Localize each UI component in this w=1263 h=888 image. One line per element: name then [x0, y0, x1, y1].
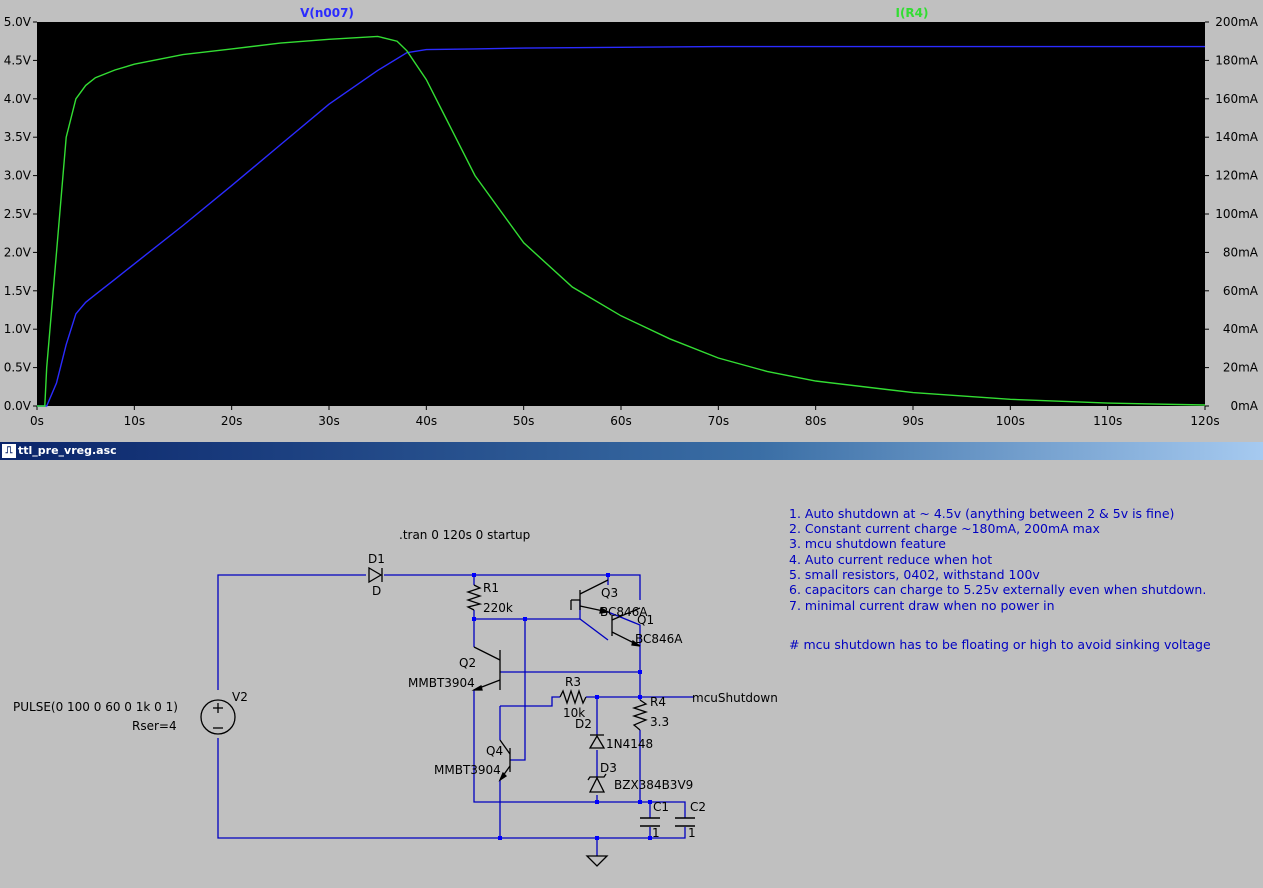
- r3-ref: R3: [565, 675, 581, 689]
- q2-ref: Q2: [459, 656, 476, 670]
- v2-rser: Rser=4: [132, 719, 177, 733]
- q1-value: BC846A: [635, 632, 683, 646]
- c2-value: 1: [688, 826, 696, 840]
- x-tick-label: 30s: [318, 414, 340, 428]
- left-tick-label: 4.0V: [4, 92, 32, 106]
- waveform-plot[interactable]: 5.0V 4.5V 4.0V 3.5V 3.0V 2.5V 2.0V 1.5V 1.0V 0.5V…: [0, 0, 1263, 436]
- c1-ref: C1: [653, 800, 669, 814]
- c2-ref: C2: [690, 800, 706, 814]
- left-tick-label: 2.5V: [4, 207, 32, 221]
- r1-value: 220k: [483, 601, 513, 615]
- ltspice-window: 5.0V 4.5V 4.0V 3.5V 3.0V 2.5V 2.0V 1.5V 1.0V 0.5V…: [0, 0, 1263, 888]
- q3-ref: Q3: [601, 586, 618, 600]
- left-tick-label: 2.0V: [4, 245, 32, 259]
- right-tick-label: 60mA: [1223, 284, 1259, 298]
- trace-label-current[interactable]: I(R4): [895, 6, 928, 20]
- x-tick-label: 50s: [513, 414, 535, 428]
- x-axis: 0s 10s 20s 30s 40s 50s 60s 70s 80s 90s 100s 110s 120…: [30, 406, 1220, 428]
- resistor-r4-symbol[interactable]: [631, 699, 649, 731]
- right-tick-label: 100mA: [1215, 207, 1259, 221]
- right-tick-label: 20mA: [1223, 361, 1259, 375]
- note-line: 2. Constant current charge ~180mA, 200mA…: [789, 521, 1100, 536]
- r4-value: 3.3: [650, 715, 669, 729]
- schematic-title-bar[interactable]: ⎍ ttl_pre_vreg.asc: [0, 442, 1263, 460]
- d3-value: BZX384B3V9: [614, 778, 693, 792]
- x-tick-label: 100s: [996, 414, 1025, 428]
- plot-area[interactable]: [37, 22, 1205, 406]
- x-tick-label: 120s: [1190, 414, 1219, 428]
- right-axis: 200mA 180mA 160mA 140mA 120mA 100mA 80mA 60mA 40…: [1205, 15, 1259, 413]
- note-line: 7. minimal current draw when no power in: [789, 598, 1055, 613]
- left-tick-label: 3.5V: [4, 130, 32, 144]
- left-axis: 5.0V 4.5V 4.0V 3.5V 3.0V 2.5V 2.0V 1.5V 1.0V 0.5V…: [4, 15, 37, 413]
- left-tick-label: 0.5V: [4, 361, 32, 375]
- d1-value: D: [372, 584, 381, 598]
- right-tick-label: 0mA: [1230, 399, 1258, 413]
- right-tick-label: 200mA: [1215, 15, 1259, 29]
- trace-label-voltage[interactable]: V(n007): [300, 6, 354, 20]
- q4-ref: Q4: [486, 744, 503, 758]
- schematic-canvas[interactable]: D1 D R1 220k Q3 BC846A Q1 BC846A Q2 MMBT…: [0, 460, 1263, 888]
- r4-ref: R4: [650, 695, 666, 709]
- note-line: 4. Auto current reduce when hot: [789, 552, 992, 567]
- right-tick-label: 180mA: [1215, 53, 1259, 67]
- diode-d2-symbol[interactable]: [588, 734, 606, 749]
- d1-ref: D1: [368, 552, 385, 566]
- resistor-r3-symbol[interactable]: [559, 688, 587, 706]
- shutdown-comment: # mcu shutdown has to be floating or hig…: [789, 637, 1211, 652]
- zener-d3-symbol[interactable]: [587, 773, 607, 793]
- right-tick-label: 160mA: [1215, 92, 1259, 106]
- left-tick-label: 1.5V: [4, 284, 32, 298]
- q1-ref: Q1: [637, 613, 654, 627]
- left-tick-label: 3.0V: [4, 169, 32, 183]
- r1-ref: R1: [483, 581, 499, 595]
- voltage-source-v2-symbol[interactable]: [200, 699, 236, 735]
- right-tick-label: 80mA: [1223, 245, 1259, 259]
- left-tick-label: 4.5V: [4, 53, 32, 67]
- d2-ref: D2: [575, 717, 592, 731]
- v2-ref: V2: [232, 690, 248, 704]
- left-tick-label: 1.0V: [4, 322, 32, 336]
- c1-value: 1: [652, 826, 660, 840]
- note-line: 3. mcu shutdown feature: [789, 536, 946, 551]
- q4-value: MMBT3904: [434, 763, 501, 777]
- x-tick-label: 70s: [708, 414, 730, 428]
- net-label-mcushutdown[interactable]: mcuShutdown: [692, 691, 778, 705]
- notes-block[interactable]: 1. Auto shutdown at ~ 4.5v (anything bet…: [789, 506, 1211, 652]
- transistor-q2-symbol[interactable]: [471, 646, 501, 691]
- capacitor-c2-symbol[interactable]: [675, 817, 695, 827]
- note-line: 5. small resistors, 0402, withstand 100v: [789, 567, 1040, 582]
- right-tick-label: 40mA: [1223, 322, 1259, 336]
- schematic-drawing[interactable]: D1 D R1 220k Q3 BC846A Q1 BC846A Q2 MMBT…: [0, 460, 1263, 888]
- x-tick-label: 10s: [124, 414, 146, 428]
- d3-ref: D3: [600, 761, 617, 775]
- diode-d1-symbol[interactable]: [368, 566, 383, 584]
- schematic-title: ttl_pre_vreg.asc: [18, 444, 117, 457]
- waveform-pane[interactable]: 5.0V 4.5V 4.0V 3.5V 3.0V 2.5V 2.0V 1.5V 1.0V 0.5V…: [0, 0, 1263, 436]
- right-tick-label: 120mA: [1215, 169, 1259, 183]
- x-tick-label: 110s: [1093, 414, 1122, 428]
- x-tick-label: 90s: [902, 414, 924, 428]
- x-tick-label: 0s: [30, 414, 44, 428]
- spice-directive[interactable]: .tran 0 120s 0 startup: [399, 528, 530, 542]
- schematic-document-icon: ⎍: [2, 444, 16, 458]
- x-tick-label: 60s: [610, 414, 632, 428]
- ground-symbol[interactable]: [585, 855, 609, 867]
- d2-value: 1N4148: [606, 737, 653, 751]
- note-line: 6. capacitors can charge to 5.25v extern…: [789, 582, 1206, 597]
- resistor-r1-symbol[interactable]: [465, 584, 483, 611]
- left-tick-label: 5.0V: [4, 15, 32, 29]
- v2-pulse-spec: PULSE(0 100 0 60 0 1k 0 1): [13, 700, 178, 714]
- q2-value: MMBT3904: [408, 676, 475, 690]
- x-tick-label: 80s: [805, 414, 827, 428]
- capacitor-c1-symbol[interactable]: [640, 817, 660, 827]
- x-tick-label: 40s: [416, 414, 438, 428]
- right-tick-label: 140mA: [1215, 130, 1259, 144]
- note-line: 1. Auto shutdown at ~ 4.5v (anything bet…: [789, 506, 1174, 521]
- x-tick-label: 20s: [221, 414, 243, 428]
- left-tick-label: 0.0V: [4, 399, 32, 413]
